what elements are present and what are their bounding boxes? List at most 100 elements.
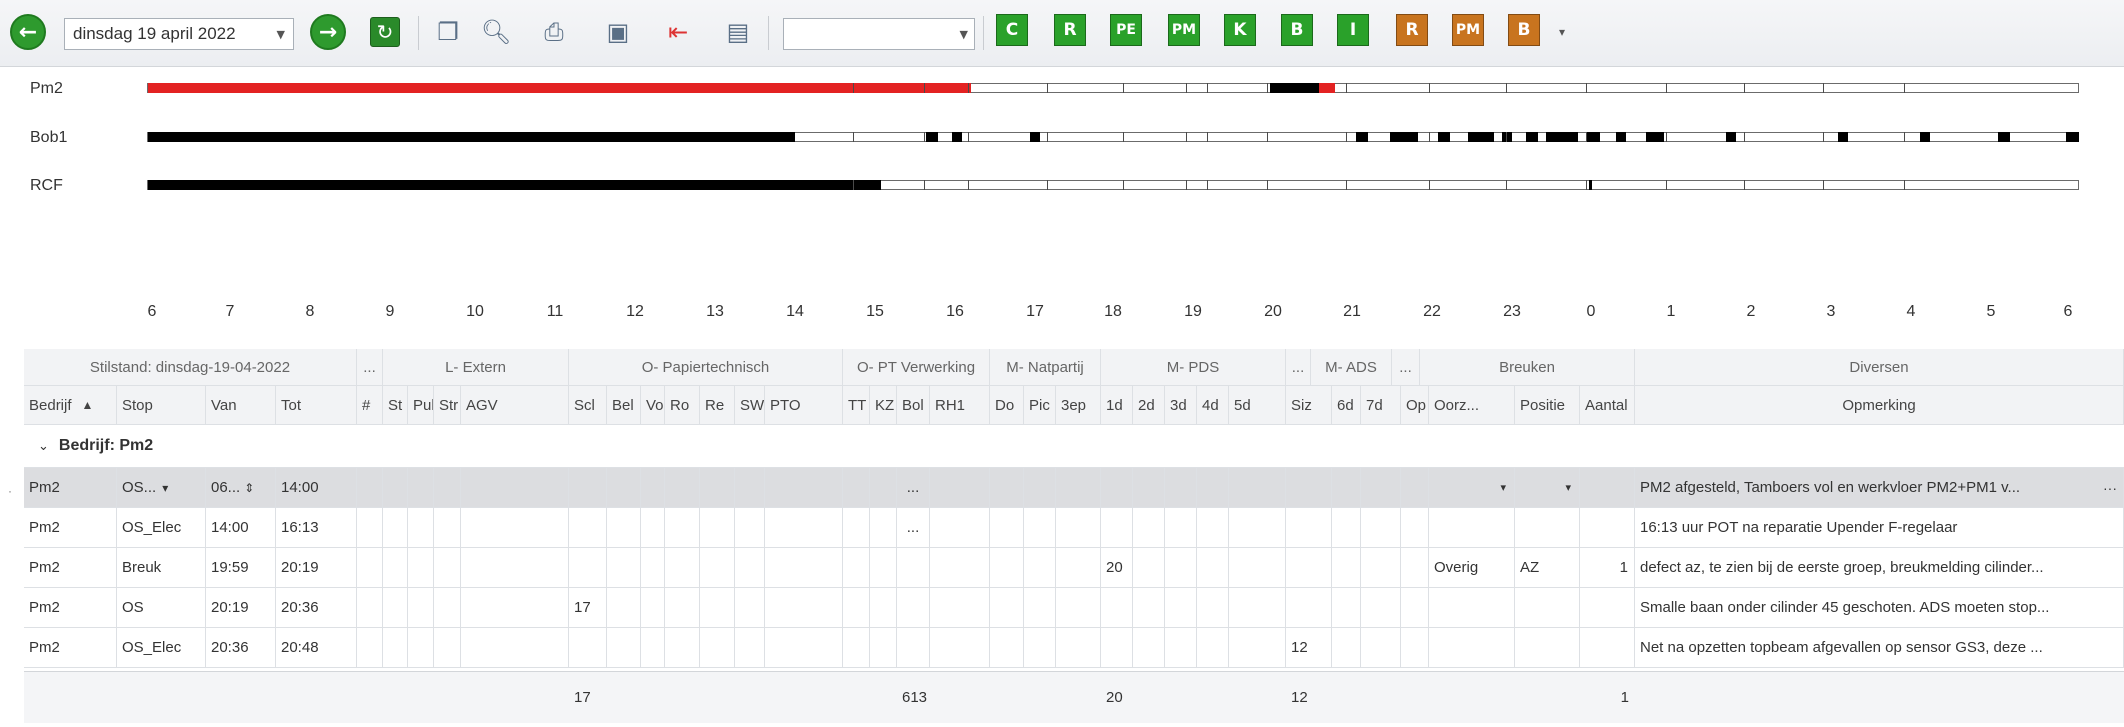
print-button[interactable]: ⎙ [536, 14, 572, 50]
col-2d-header[interactable]: 2d [1133, 386, 1165, 425]
col-do-cell[interactable] [990, 468, 1024, 508]
col-bol-cell[interactable] [897, 588, 930, 628]
table-row[interactable]: Pm2 OS 20:19 20:36 17 Smalle baan onder cilin… [24, 588, 2124, 628]
col-2d-cell[interactable] [1133, 628, 1165, 668]
col-do-cell[interactable] [990, 588, 1024, 628]
previous-day-button[interactable]: ← [10, 14, 46, 50]
col-ro-header[interactable]: Ro [665, 386, 700, 425]
col-bedrijf-cell[interactable]: Pm2 [24, 508, 117, 548]
export-button[interactable]: ▤ [720, 14, 756, 50]
col-van-cell[interactable]: 20:36 [206, 628, 276, 668]
col-pul-cell[interactable] [408, 508, 434, 548]
col-sw-cell[interactable] [735, 588, 765, 628]
col-vo-cell[interactable] [641, 628, 665, 668]
col-bol-cell[interactable]: ... [897, 508, 930, 548]
col-bel-cell[interactable] [607, 548, 641, 588]
col-re-cell[interactable] [700, 508, 735, 548]
col-str-cell[interactable] [434, 508, 461, 548]
col-st-cell[interactable] [383, 468, 408, 508]
col-pul-cell[interactable] [408, 588, 434, 628]
col-positie-cell[interactable] [1515, 508, 1580, 548]
col-7d-cell[interactable] [1361, 628, 1401, 668]
col-tot-cell[interactable]: 16:13 [276, 508, 357, 548]
col-kz-cell[interactable] [870, 468, 897, 508]
col-re-cell[interactable] [700, 468, 735, 508]
col-siz-header[interactable]: Siz [1286, 386, 1332, 425]
col-aantal-cell[interactable] [1580, 628, 1635, 668]
col-pic-cell[interactable] [1024, 468, 1056, 508]
toolbar-overflow-button[interactable]: ▾ [1550, 14, 1574, 50]
col-ro-cell[interactable] [665, 548, 700, 588]
col-3d-cell[interactable] [1165, 548, 1197, 588]
col-rh1-cell[interactable] [930, 468, 990, 508]
band-collapsed[interactable]: ... [1286, 349, 1311, 386]
col-oorzaak-cell[interactable] [1429, 588, 1515, 628]
col-kz-cell[interactable] [870, 508, 897, 548]
col-pto-cell[interactable] [765, 508, 843, 548]
col-positie-cell[interactable]: AZ [1515, 548, 1580, 588]
col-bol-cell[interactable] [897, 548, 930, 588]
chevron-down-icon[interactable]: ▾ [1500, 481, 1506, 494]
col-1d-header[interactable]: 1d [1101, 386, 1133, 425]
col-3ep-cell[interactable] [1056, 508, 1101, 548]
col-siz-cell[interactable] [1286, 468, 1332, 508]
col-1d-cell[interactable] [1101, 468, 1133, 508]
col-scl-cell[interactable] [569, 508, 607, 548]
col-positie-cell[interactable] [1515, 588, 1580, 628]
filter-select[interactable]: ▼ [783, 18, 975, 50]
filter-pm-button[interactable]: PM [1168, 14, 1200, 46]
col-tot-header[interactable]: Tot [276, 386, 357, 425]
col-6d-header[interactable]: 6d [1332, 386, 1361, 425]
col-3ep-cell[interactable] [1056, 468, 1101, 508]
col-siz-cell[interactable]: 12 [1286, 628, 1332, 668]
col-aantal-cell[interactable] [1580, 588, 1635, 628]
col-pic-cell[interactable] [1024, 628, 1056, 668]
col-tt-cell[interactable] [843, 508, 870, 548]
col-stop-cell[interactable]: OS_Elec [117, 628, 206, 668]
col-scl-cell[interactable] [569, 628, 607, 668]
chevron-down-icon[interactable]: ⌄ [38, 439, 49, 454]
remove-row-button[interactable]: ⇤ [660, 14, 696, 50]
table-row[interactable]: Pm2 OS... ▾ 06... ⇕ 14:00... ▾ ▾ PM2 afgesteld, … [24, 468, 2124, 508]
col-agv-cell[interactable] [461, 628, 569, 668]
col-pto-header[interactable]: PTO [765, 386, 843, 425]
col-hash-cell[interactable] [357, 508, 383, 548]
col-ro-cell[interactable] [665, 588, 700, 628]
col-vo-cell[interactable] [641, 588, 665, 628]
col-tot-cell[interactable]: 20:48 [276, 628, 357, 668]
col-stop-cell[interactable]: OS [117, 588, 206, 628]
col-hash-cell[interactable] [357, 588, 383, 628]
col-7d-header[interactable]: 7d [1361, 386, 1401, 425]
col-sw-cell[interactable] [735, 628, 765, 668]
col-pic-header[interactable]: Pic [1024, 386, 1056, 425]
col-aantal-header[interactable]: Aantal [1580, 386, 1635, 425]
col-do-cell[interactable] [990, 548, 1024, 588]
col-van-cell[interactable]: 06... ⇕ [206, 468, 276, 508]
col-st-cell[interactable] [383, 588, 408, 628]
chevron-down-icon[interactable]: ▾ [1565, 481, 1571, 494]
col-do-cell[interactable] [990, 508, 1024, 548]
col-vo-cell[interactable] [641, 468, 665, 508]
col-4d-cell[interactable] [1197, 468, 1229, 508]
filter-b-button[interactable]: B [1281, 14, 1313, 46]
col-do-cell[interactable] [990, 628, 1024, 668]
col-tot-cell[interactable]: 20:19 [276, 548, 357, 588]
band-collapsed[interactable]: ... [357, 349, 383, 386]
col-3d-cell[interactable] [1165, 628, 1197, 668]
col-st-header[interactable]: St [383, 386, 408, 425]
col-rh1-cell[interactable] [930, 588, 990, 628]
col-3d-cell[interactable] [1165, 468, 1197, 508]
col-bedrijf-cell[interactable]: Pm2 [24, 548, 117, 588]
col-pto-cell[interactable] [765, 628, 843, 668]
col-pic-cell[interactable] [1024, 508, 1056, 548]
col-bel-cell[interactable] [607, 588, 641, 628]
col-pul-cell[interactable] [408, 548, 434, 588]
col-4d-cell[interactable] [1197, 588, 1229, 628]
refresh-button[interactable]: ↻ [367, 14, 403, 50]
copy-button[interactable]: ❐ [430, 14, 466, 50]
col-3d-cell[interactable] [1165, 508, 1197, 548]
col-tt-header[interactable]: TT [843, 386, 870, 425]
col-2d-cell[interactable] [1133, 548, 1165, 588]
band-collapsed[interactable]: ... [1392, 349, 1420, 386]
col-ro-cell[interactable] [665, 628, 700, 668]
